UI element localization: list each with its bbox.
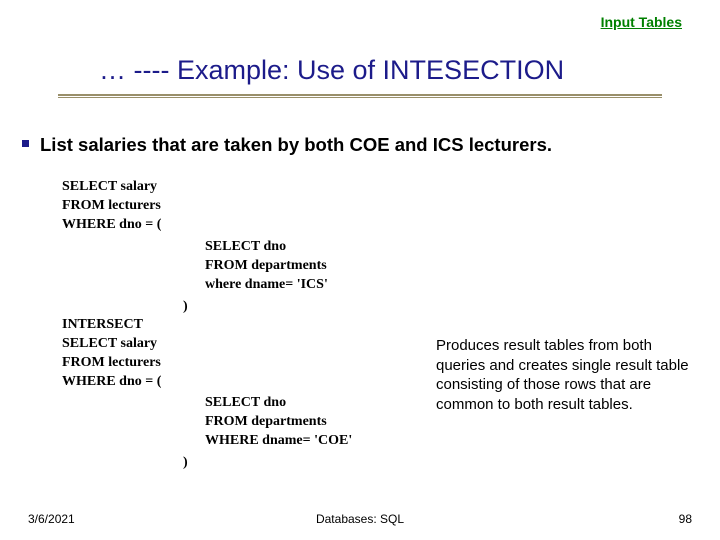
- explanation-text: Produces result tables from both queries…: [436, 336, 692, 414]
- sql-subquery-coe: SELECT dno FROM departments WHERE dname=…: [205, 394, 352, 451]
- slide-title: … ---- Example: Use of INTESECTION: [99, 55, 564, 86]
- title-underline: [58, 94, 662, 98]
- footer-center: Databases: SQL: [0, 512, 720, 526]
- bullet-icon: [22, 140, 29, 147]
- sql-select-outer-1: SELECT salary FROM lecturers WHERE dno =…: [62, 178, 161, 235]
- input-tables-link[interactable]: Input Tables: [601, 14, 682, 30]
- sql-close-paren-1: ): [183, 298, 188, 317]
- sql-subquery-ics: SELECT dno FROM departments where dname=…: [205, 238, 328, 295]
- sql-intersect-block: INTERSECT SELECT salary FROM lecturers W…: [62, 316, 161, 392]
- body-text: List salaries that are taken by both COE…: [40, 134, 552, 156]
- sql-close-paren-2: ): [183, 454, 188, 473]
- footer-page-number: 98: [679, 512, 692, 526]
